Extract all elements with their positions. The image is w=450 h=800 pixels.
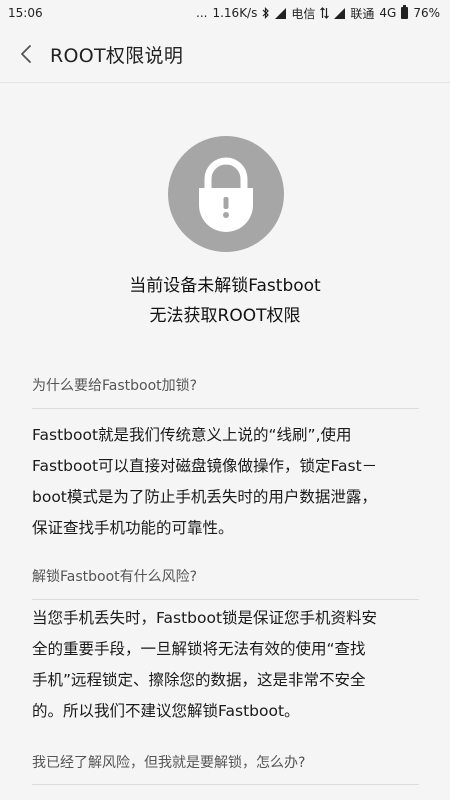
- section-question-2: 解锁Fastboot有什么风险?: [32, 569, 198, 585]
- status-bar: 15:06 ... 1.16K/s 电信 联通 4G 76%: [0, 0, 450, 26]
- section-answer-2: 当您手机丢失时，Fastboot锁是保证您手机资料安 全的重要手段，一旦解锁将无…: [32, 609, 378, 720]
- status-time: 15:06: [8, 6, 43, 20]
- chevron-left-icon: [21, 45, 31, 63]
- data-transfer-icon: [320, 7, 330, 19]
- carrier-2: 联通: [350, 6, 375, 21]
- network-type: 4G: [379, 6, 397, 20]
- lock-headline-1: 当前设备未解锁Fastboot: [129, 276, 321, 296]
- lock-icon: [168, 136, 284, 252]
- carrier-1: 电信: [291, 6, 316, 21]
- section-question-3: 我已经了解风险，但我就是要解锁，怎么办?: [32, 755, 306, 771]
- page-title: ROOT权限说明: [50, 44, 184, 67]
- nav-bar: ROOT权限说明: [0, 26, 450, 83]
- divider: [32, 599, 419, 600]
- battery-icon: [401, 5, 409, 19]
- back-button[interactable]: [2, 26, 50, 82]
- network-speed: 1.16K/s: [212, 6, 258, 20]
- signal-icon-2: [334, 7, 346, 19]
- section-answer-1: Fastboot就是我们传统意义上说的“线刷”,使用 Fastboot可以直接对…: [32, 426, 378, 537]
- bluetooth-icon: [262, 7, 270, 19]
- divider: [32, 408, 419, 409]
- status-dots: ...: [196, 6, 208, 20]
- section-question-1: 为什么要给Fastboot加锁?: [32, 378, 198, 394]
- signal-icon-1: [275, 7, 287, 19]
- battery-level: 76%: [413, 6, 440, 20]
- divider: [32, 784, 419, 785]
- lock-headline-2: 无法获取ROOT权限: [149, 306, 301, 326]
- status-indicators: ... 1.16K/s 电信 联通 4G 76%: [196, 5, 440, 22]
